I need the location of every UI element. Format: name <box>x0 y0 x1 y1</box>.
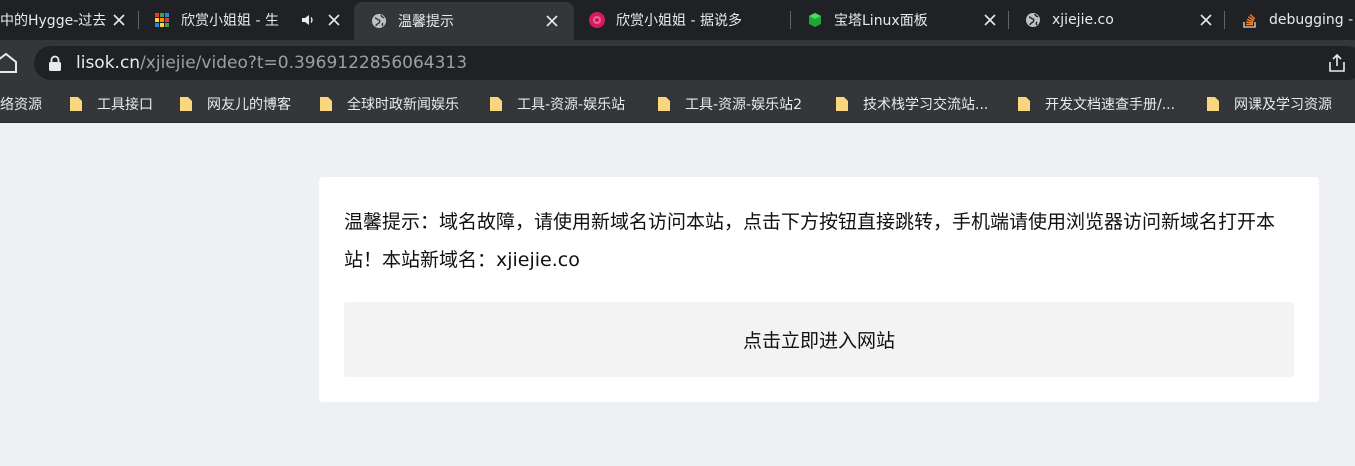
close-icon[interactable] <box>982 12 998 28</box>
tab-xiaojiejie-audio[interactable]: 欣赏小姐姐 - 生 <box>138 0 352 40</box>
bookmark-label: 全球时政新闻娱乐 <box>347 97 459 113</box>
bookmark-folder[interactable]: 网友儿的博客 <box>179 86 291 122</box>
bookmark-label: 工具-资源-娱乐站2 <box>685 97 803 113</box>
tab-strip: 中的Hygge-过去 欣赏小姐姐 - 生 温馨提示 欣赏小姐姐 - 据说多 宝塔… <box>0 0 1355 40</box>
folder-icon <box>657 96 671 112</box>
close-icon[interactable] <box>1198 12 1214 28</box>
folder-icon <box>69 96 83 112</box>
url-path: /xjiejie/video?t=0.3969122856064313 <box>140 53 468 73</box>
bookmark-label: 络资源 <box>0 97 42 113</box>
tab-xiaojiejie-jushuo[interactable]: 欣赏小姐姐 - 据说多 <box>576 0 789 40</box>
bookmark-label: 开发文档速查手册/... <box>1045 97 1176 113</box>
tab-title: 欣赏小姐姐 - 据说多 <box>616 13 742 29</box>
url-text[interactable]: lisok.cn/xjiejie/video?t=0.3969122856064… <box>76 53 467 73</box>
bookmark-folder[interactable]: 工具-资源-娱乐站2 <box>657 86 802 122</box>
bookmark-label: 技术栈学习交流站... <box>863 97 989 113</box>
bookmark-folder[interactable]: 工具-资源-娱乐站 <box>489 86 625 122</box>
share-icon[interactable] <box>1327 53 1347 73</box>
bookmark-folder[interactable]: 技术栈学习交流站... <box>835 86 988 122</box>
bt-panel-icon <box>806 11 824 29</box>
rubik-cube-icon <box>153 11 171 29</box>
folder-icon <box>319 96 333 112</box>
folder-icon <box>835 96 849 112</box>
notice-text: 温馨提示：域名故障，请使用新域名访问本站，点击下方按钮直接跳转，手机端请使用浏览… <box>344 211 1276 271</box>
folder-icon <box>1017 96 1031 112</box>
folder-icon <box>179 96 193 112</box>
bookmark-folder[interactable]: 工具接口 <box>69 86 153 122</box>
tab-title: 欣赏小姐姐 - 生 <box>181 13 279 29</box>
bookmark-item[interactable]: 络资源 <box>0 86 42 122</box>
bookmark-label: 网课及学习资源 <box>1234 97 1332 113</box>
close-icon[interactable] <box>326 12 342 28</box>
tab-hygge[interactable]: 中的Hygge-过去 <box>0 0 137 40</box>
tab-title: debugging - <box>1269 12 1354 28</box>
bookmark-label: 网友儿的博客 <box>207 97 291 113</box>
globe-icon <box>1024 11 1042 29</box>
lock-icon[interactable] <box>48 55 62 71</box>
close-icon[interactable] <box>544 13 560 29</box>
enter-site-button[interactable]: 点击立即进入网站 <box>344 302 1294 377</box>
folder-icon <box>1206 96 1220 112</box>
bookmark-folder[interactable]: 开发文档速查手册/... <box>1017 86 1175 122</box>
bookmark-label: 工具-资源-娱乐站 <box>517 97 626 113</box>
notice-card: 温馨提示：域名故障，请使用新域名访问本站，点击下方按钮直接跳转，手机端请使用浏览… <box>319 177 1319 402</box>
speaker-icon[interactable] <box>300 12 316 28</box>
folder-icon <box>489 96 503 112</box>
tab-xjiejie[interactable]: xjiejie.co <box>1008 0 1224 40</box>
tab-wenxin-tishi[interactable]: 温馨提示 <box>354 2 574 40</box>
close-icon[interactable] <box>111 12 127 28</box>
tab-bt-panel[interactable]: 宝塔Linux面板 <box>790 0 1008 40</box>
browser-toolbar: lisok.cn/xjiejie/video?t=0.3969122856064… <box>0 40 1355 86</box>
stackoverflow-icon <box>1241 11 1259 29</box>
bookmark-folder[interactable]: 网课及学习资源 <box>1206 86 1332 122</box>
globe-icon <box>370 12 388 30</box>
home-icon[interactable] <box>0 51 20 75</box>
pink-flower-icon <box>588 11 606 29</box>
tab-debugging[interactable]: debugging - <box>1224 0 1355 40</box>
bookmark-folder[interactable]: 全球时政新闻娱乐 <box>319 86 459 122</box>
address-bar[interactable]: lisok.cn/xjiejie/video?t=0.3969122856064… <box>34 46 1355 80</box>
bookmarks-bar: 络资源 工具接口 网友儿的博客 全球时政新闻娱乐 工具-资源-娱乐站 工具-资源… <box>0 86 1355 123</box>
url-host: lisok.cn <box>76 53 141 73</box>
bookmark-label: 工具接口 <box>97 97 153 113</box>
